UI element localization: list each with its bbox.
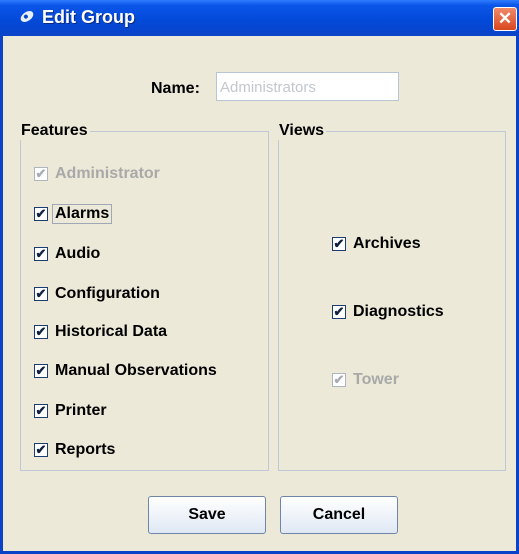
cancel-button[interactable]: Cancel	[280, 496, 398, 534]
check-icon: ✔	[34, 403, 48, 418]
save-button[interactable]: Save	[148, 496, 266, 534]
checkbox-label: Tower	[353, 371, 399, 388]
views-title: Views	[277, 122, 327, 140]
check-icon: ✔	[34, 363, 48, 378]
title-bar[interactable]: Edit Group ✕	[0, 0, 519, 36]
checkbox-label: Manual Observations	[55, 362, 217, 379]
edit-group-dialog: Edit Group ✕ Name: Administrators Featur…	[0, 0, 519, 554]
check-icon: ✔	[332, 304, 346, 319]
check-icon: ✔	[332, 236, 346, 251]
name-field[interactable]: Administrators	[216, 72, 399, 101]
check-icon: ✔	[34, 206, 48, 221]
close-button[interactable]: ✕	[493, 7, 517, 31]
checkbox-label: Historical Data	[55, 323, 168, 340]
checkbox-label: Diagnostics	[353, 303, 444, 320]
check-icon: ✔	[34, 246, 48, 261]
checkbox-label: Administrator	[55, 165, 160, 182]
check-icon: ✔	[34, 286, 48, 301]
check-icon: ✔	[34, 166, 48, 181]
check-icon: ✔	[332, 372, 346, 387]
views-panel: Views ✔ Archives ✔ Diagnostics ✔ Tower	[277, 122, 506, 471]
check-icon: ✔	[34, 442, 48, 457]
features-title: Features	[19, 122, 90, 140]
features-panel: Features ✔ Administrator ✔ Alarms ✔ Audi…	[19, 122, 269, 471]
checkbox-label: Reports	[55, 441, 116, 458]
checkbox-label: Printer	[55, 402, 107, 419]
window-title: Edit Group	[42, 7, 135, 27]
checkbox-label: Configuration	[55, 285, 160, 302]
check-icon: ✔	[34, 324, 48, 339]
checkbox-label: Archives	[353, 235, 421, 252]
app-icon	[18, 8, 36, 25]
checkbox-label: Audio	[55, 245, 101, 262]
checkbox-label: Alarms	[51, 204, 113, 224]
name-label: Name:	[151, 80, 200, 97]
